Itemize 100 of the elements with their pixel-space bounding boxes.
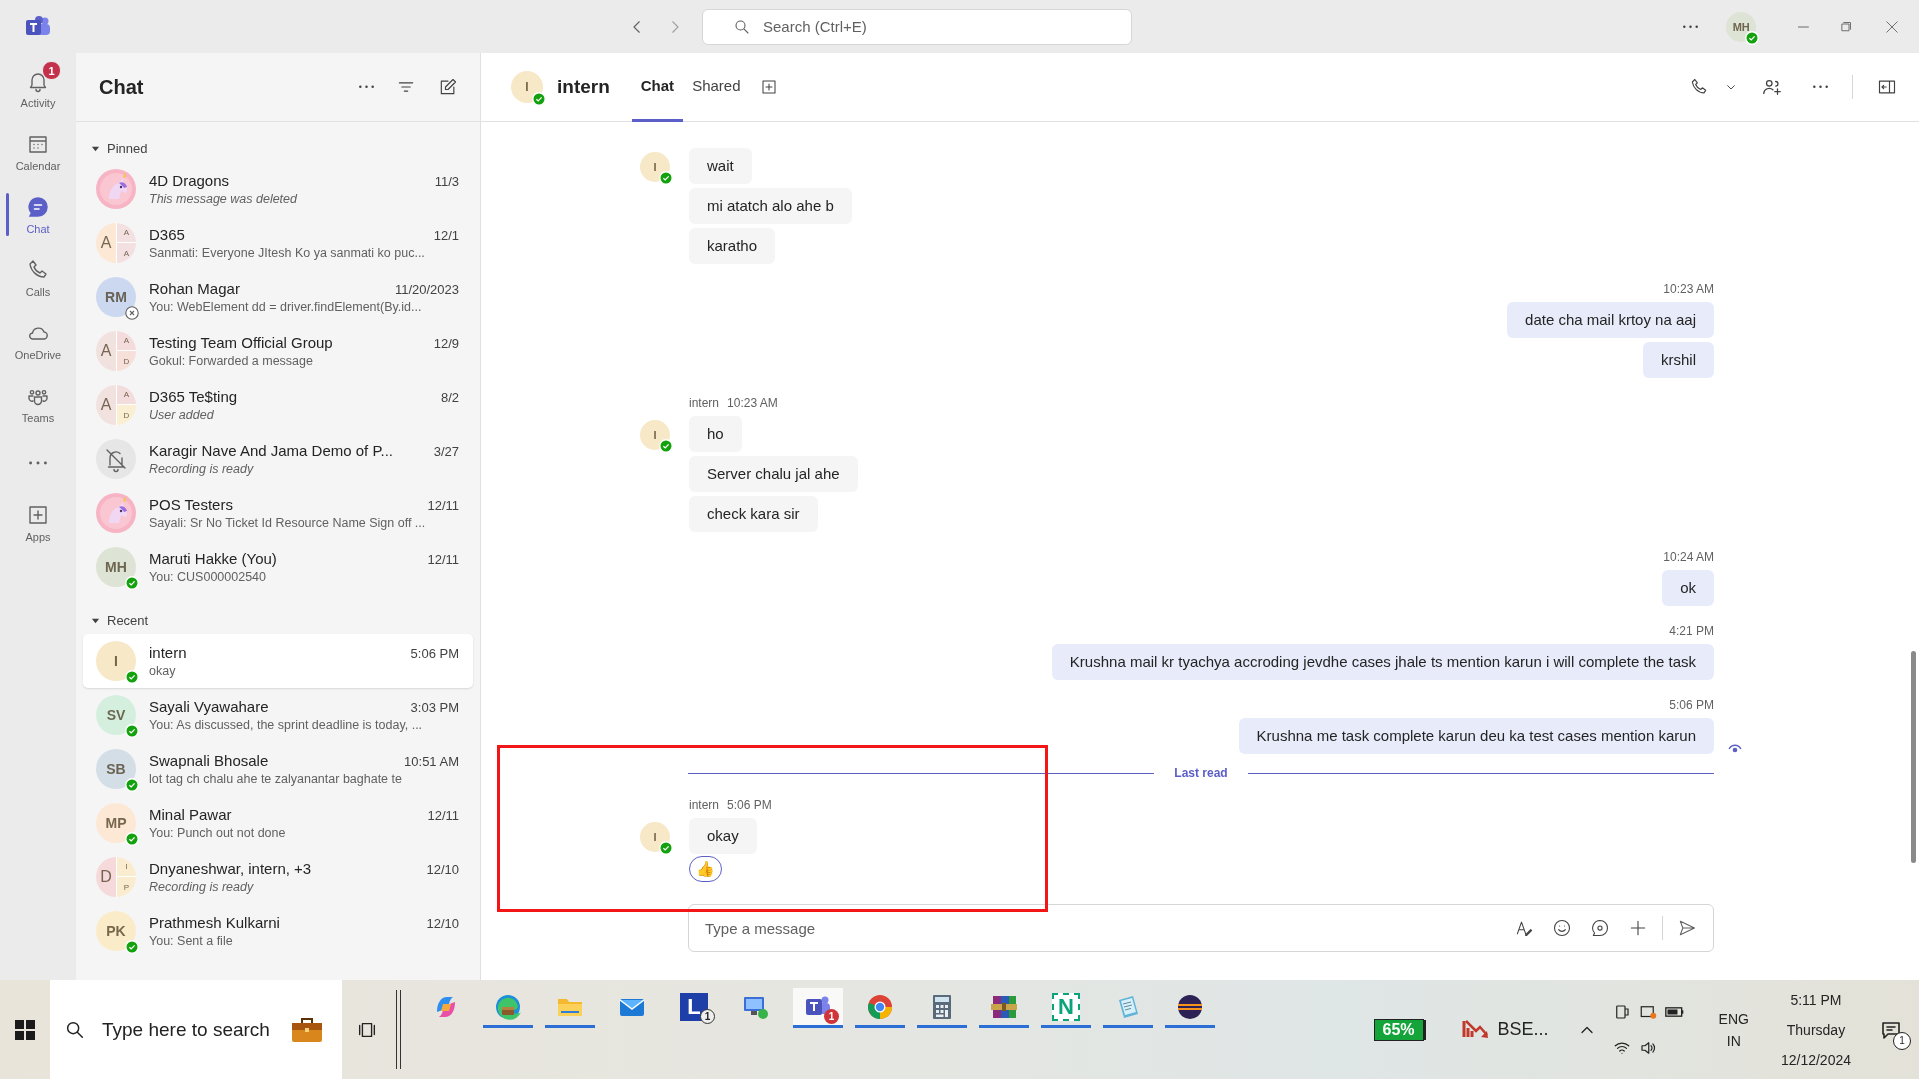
chat-list-item[interactable]: MP Minal Pawar 12/11 You: Punch out not done <box>83 796 473 850</box>
avatar-initials: A <box>116 385 136 405</box>
message-preview: You: Punch out not done <box>149 826 287 840</box>
chat-time: 3/27 <box>433 444 459 459</box>
message-preview: You: CUS000002540 <box>149 570 267 584</box>
app-logo: N <box>1052 992 1080 1021</box>
chat-time: 11/3 <box>434 174 459 189</box>
avatar-initials: I <box>116 857 136 877</box>
message-preview: You: WebElement dd = driver.findElement(By.id... <box>149 300 423 314</box>
chat-list-item[interactable]: Karagir Nave And Jama Demo of P... 3/27 Recording is ready <box>83 432 473 486</box>
message-preview: User added <box>149 408 215 422</box>
count-badge: 1 <box>1893 1031 1911 1050</box>
count-badge: 1 <box>824 1009 839 1024</box>
contact-name: D365 <box>149 226 186 243</box>
send-icon <box>1677 918 1697 938</box>
chat-time: 12/11 <box>427 808 459 823</box>
message-bubble: Server chalu jal ahe <box>689 456 858 492</box>
chat-list-item[interactable]: SV Sayali Vyawahare 3:03 PM You: As discussed, the sprint deadline is today, ... <box>83 688 473 742</box>
chat-list-item[interactable]: SB Swapnali Bhosale 10:51 AM lot tag ch chalu ahe te zalyanantar baghate te <box>83 742 473 796</box>
rail-item[interactable]: OneDrive <box>0 309 76 372</box>
scrollbar-thumb[interactable] <box>1911 651 1916 863</box>
section-header[interactable]: Pinned <box>83 136 148 160</box>
chat-list-item[interactable]: D I P Dnyaneshwar, intern, +3 12/10 Recording is ready <box>83 850 473 904</box>
avatar: MH <box>96 547 136 587</box>
clock-day[interactable]: Thursday <box>1780 1014 1851 1045</box>
message-preview: Gokul: Forwarded a message <box>149 354 314 368</box>
chat-list-item[interactable]: 4D Dragons 11/3 This message was deleted <box>83 162 473 216</box>
chat-list-item[interactable]: POS Testers 12/11 Sayali: Sr No Ticket Id Resource Name Sign off ... <box>83 486 473 540</box>
chat-list-item[interactable]: A A D D365 Te$ting 8/2 User added <box>83 378 473 432</box>
avatar-initials: A <box>116 223 136 243</box>
section-header[interactable]: Recent <box>83 608 149 632</box>
chat-list-item[interactable]: MH Maruti Hakke (You) 12/11 You: CUS000002540 <box>83 540 473 594</box>
bell-off-icon <box>96 439 136 479</box>
chat-time: 5:06 PM <box>410 646 459 661</box>
briefcase-icon[interactable] <box>290 1015 324 1044</box>
rail-item[interactable]: Calendar <box>0 120 76 183</box>
taskbar-app-button[interactable]: 1 <box>793 988 843 1028</box>
search-input[interactable]: Search (Ctrl+E) <box>761 17 1065 36</box>
tab[interactable]: Shared <box>683 53 750 122</box>
message-time: 4:21 PM <box>1669 624 1714 638</box>
avatar: I <box>96 641 136 681</box>
chat-time: 12/1 <box>433 228 459 243</box>
more-icon <box>1813 85 1828 89</box>
clock-date[interactable]: 12/12/2024 <box>1780 1044 1851 1075</box>
rail-item[interactable]: Teams <box>0 372 76 435</box>
message-input[interactable]: Type a message <box>703 918 1500 938</box>
compose-box[interactable]: Type a message <box>688 904 1714 952</box>
avatar: SB <box>96 749 136 789</box>
count-badge: 1 <box>700 1009 715 1024</box>
message-time: 10:23 AM <box>1663 282 1714 296</box>
search-bar[interactable]: Search (Ctrl+E) <box>702 8 1132 45</box>
contact-name: Minal Pawar <box>149 806 233 823</box>
contact-name: Karagir Nave And Jama Demo of P... <box>149 442 394 459</box>
avatar: SV <box>96 695 136 735</box>
rail-item[interactable]: Activity 1 <box>0 57 76 120</box>
add-icon <box>759 78 778 96</box>
emoji-icon <box>1552 918 1572 938</box>
chat-time: 12/9 <box>433 336 459 351</box>
battery-indicator: 65% <box>1373 1018 1424 1041</box>
windows-start-icon[interactable] <box>15 1019 35 1040</box>
region-indicator[interactable]: IN <box>1718 1029 1749 1052</box>
rail-item[interactable]: Chat <box>0 183 76 246</box>
language-indicator[interactable]: ENG <box>1718 1007 1749 1030</box>
chat-list-item[interactable]: A A D Testing Team Official Group 12/9 Gokul: Forwarded a message <box>83 324 473 378</box>
more-icon <box>1683 24 1699 29</box>
taskbar-search-box[interactable]: Type here to search <box>50 980 342 1079</box>
avatar: MP <box>96 803 136 843</box>
search-icon <box>733 17 751 36</box>
avatar-initials: A <box>96 385 116 425</box>
avatar-initials: A <box>96 223 116 263</box>
chat-list-item[interactable]: RM Rohan Magar 11/20/2023 You: WebElement dd = driver.findElement(By.id... <box>83 270 473 324</box>
chat-time: 3:03 PM <box>410 700 459 715</box>
message-time: 5:06 PM <box>1669 698 1714 712</box>
avatar-initials: D <box>116 351 136 371</box>
message-preview: You: Sent a file <box>149 934 234 948</box>
avatar-initials: D <box>96 857 116 897</box>
message-bubble: mi atatch alo ahe b <box>689 188 852 224</box>
contact-name: Sayali Vyawahare <box>149 698 270 715</box>
rail-item[interactable]: Apps <box>0 491 76 554</box>
message-time: 10:23 AM <box>727 396 778 410</box>
contact-name: Rohan Magar <box>149 280 241 297</box>
message-bubble: okay <box>689 818 757 854</box>
count-badge: 1 <box>42 61 61 80</box>
message-preview: This message was deleted <box>149 192 299 206</box>
format-icon <box>1514 918 1534 938</box>
chat-time: 12/11 <box>427 552 459 567</box>
chat-list-item[interactable]: I intern 5:06 PM okay <box>83 634 473 688</box>
chat-time: 11/20/2023 <box>394 282 459 297</box>
search-input[interactable]: Type here to search <box>100 1017 284 1042</box>
tab[interactable]: Chat <box>631 53 684 122</box>
chat-list-item[interactable]: A A A D365 12/1 Sanmati: Everyone JItesh Ko ya sanmati ko puc... <box>83 216 473 270</box>
message-time: 10:24 AM <box>1663 550 1714 564</box>
message-bubble: ok <box>1662 570 1714 606</box>
clock-time[interactable]: 5:11 PM <box>1780 984 1851 1015</box>
stock-ticker[interactable]: BSE... <box>1497 1019 1549 1040</box>
panel-title: Chat <box>99 75 145 99</box>
chat-list-item[interactable]: PK Prathmesh Kulkarni 12/10 You: Sent a file <box>83 904 473 958</box>
contact-name: Testing Team Official Group <box>149 334 334 351</box>
rail-item[interactable]: Calls <box>0 246 76 309</box>
contact-name: intern <box>149 644 188 661</box>
